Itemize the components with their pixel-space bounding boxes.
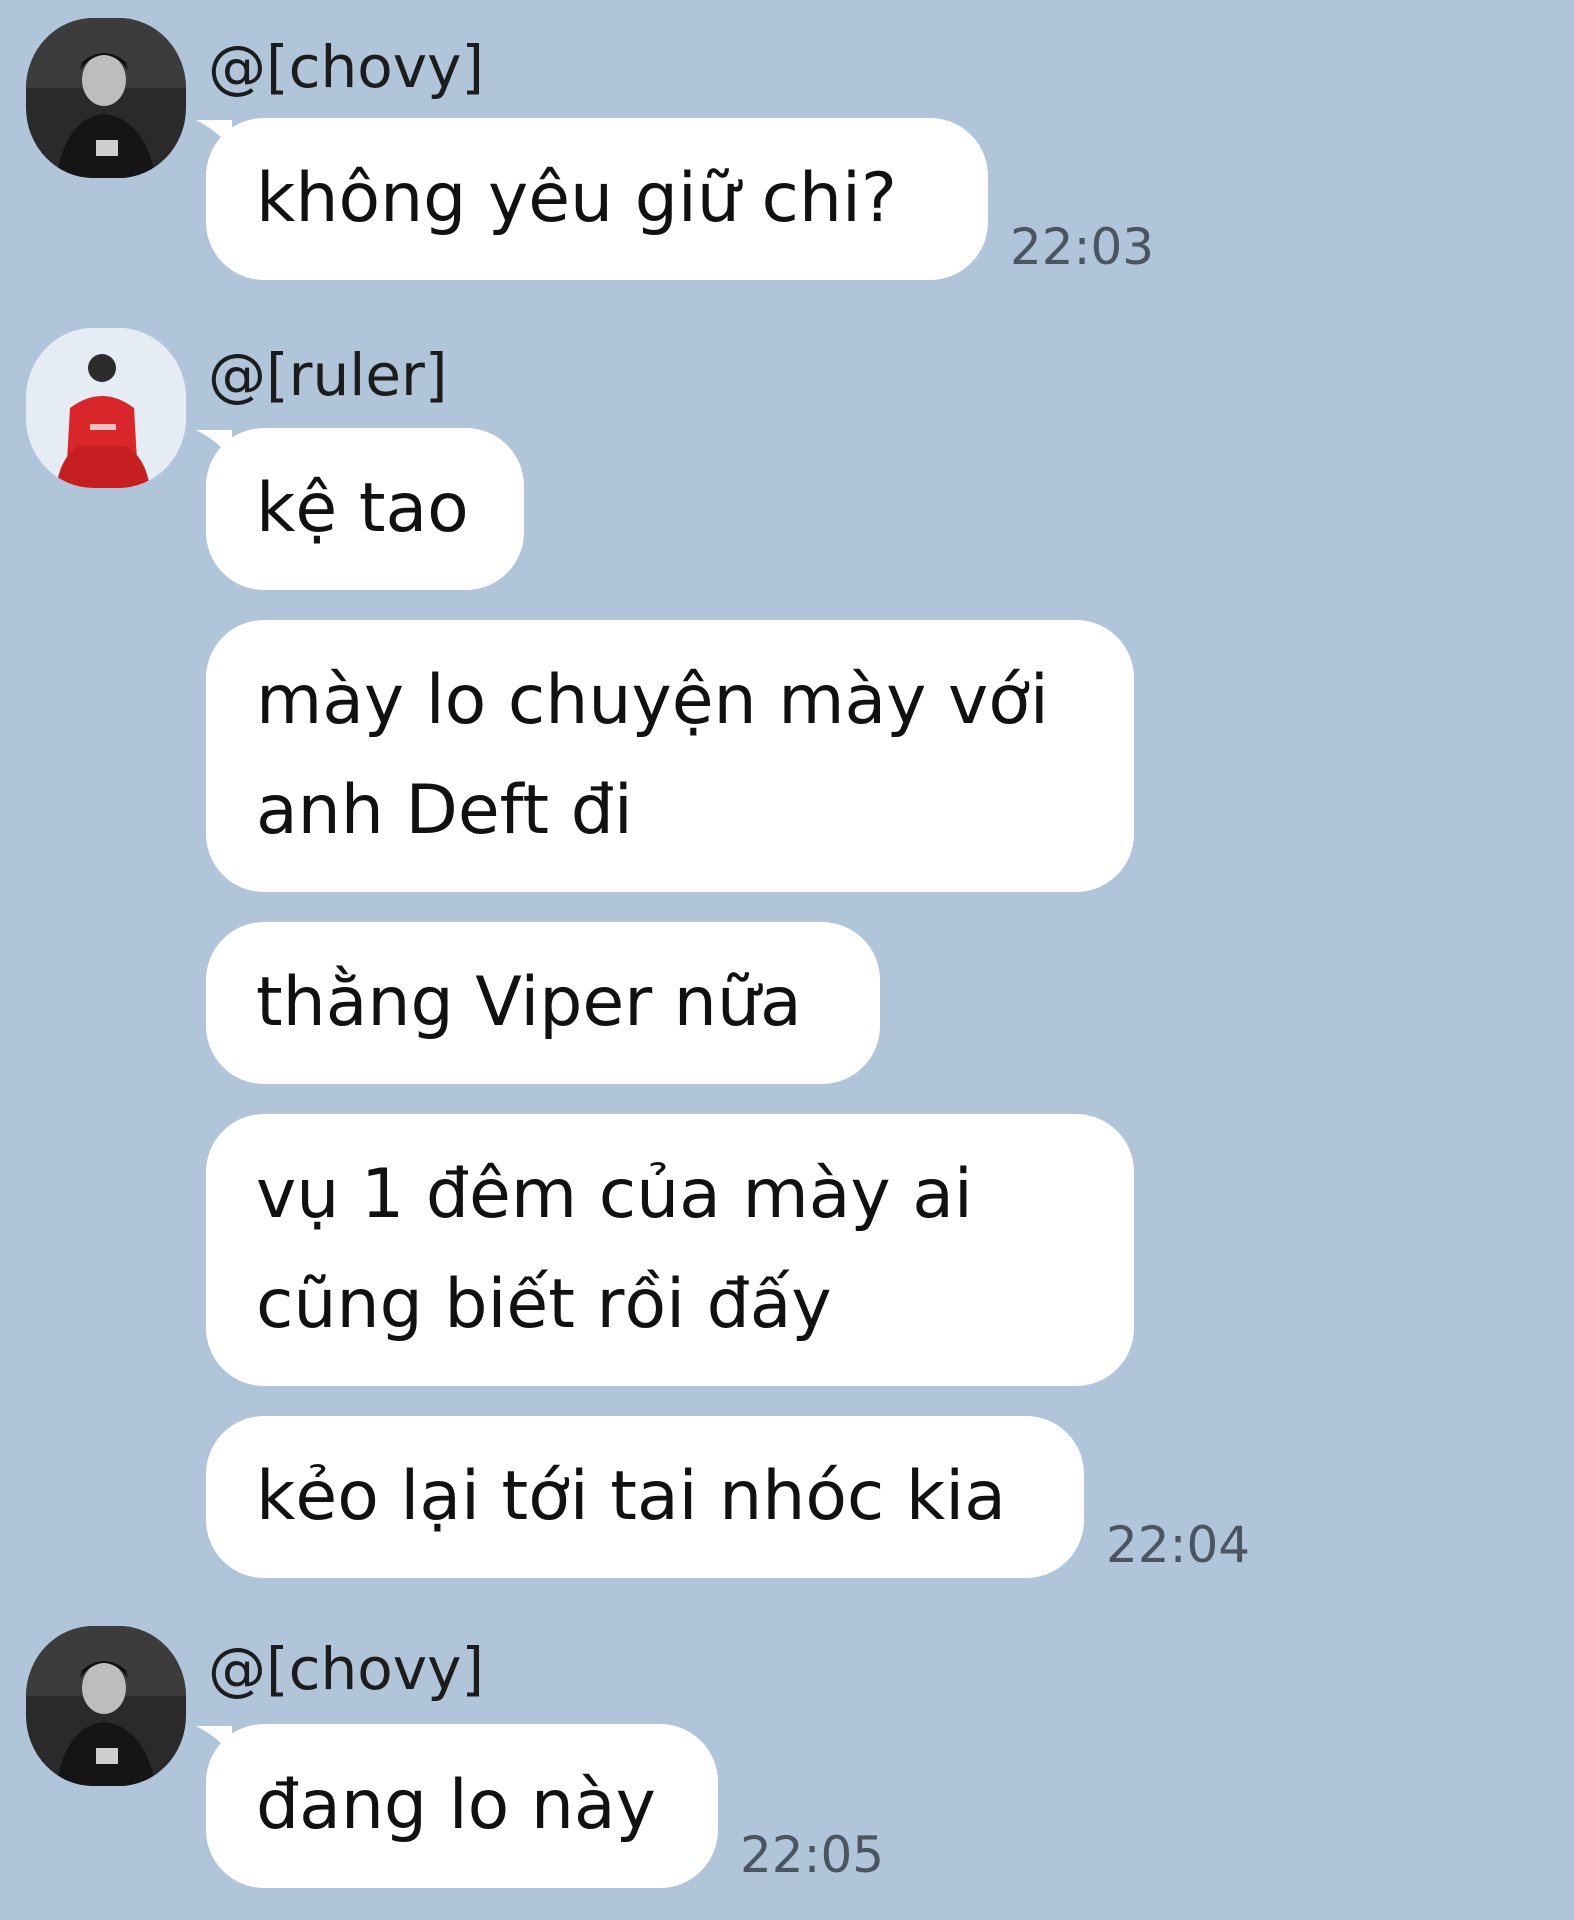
message-bubble[interactable]: kệ tao (206, 428, 524, 590)
sender-name: @[chovy] (208, 33, 485, 101)
message-timestamp: 22:05 (740, 1826, 885, 1884)
sender-name: @[ruler] (208, 341, 448, 409)
message-bubble[interactable]: vụ 1 đêm của mày ai cũng biết rồi đấy (206, 1114, 1134, 1386)
avatar-ruler[interactable] (26, 328, 186, 488)
message-bubble[interactable]: kẻo lại tới tai nhóc kia (206, 1416, 1084, 1578)
avatar-chovy[interactable] (26, 1626, 186, 1786)
message-bubble[interactable]: đang lo này (206, 1724, 718, 1888)
message-bubble[interactable]: không yêu giữ chi? (206, 118, 988, 280)
message-timestamp: 22:04 (1106, 1516, 1251, 1574)
message-bubble[interactable]: thằng Viper nữa (206, 922, 880, 1084)
sender-name: @[chovy] (208, 1635, 485, 1703)
message-bubble[interactable]: mày lo chuyện mày với anh Deft đi (206, 620, 1134, 892)
avatar-chovy[interactable] (26, 18, 186, 178)
message-timestamp: 22:03 (1010, 218, 1155, 276)
